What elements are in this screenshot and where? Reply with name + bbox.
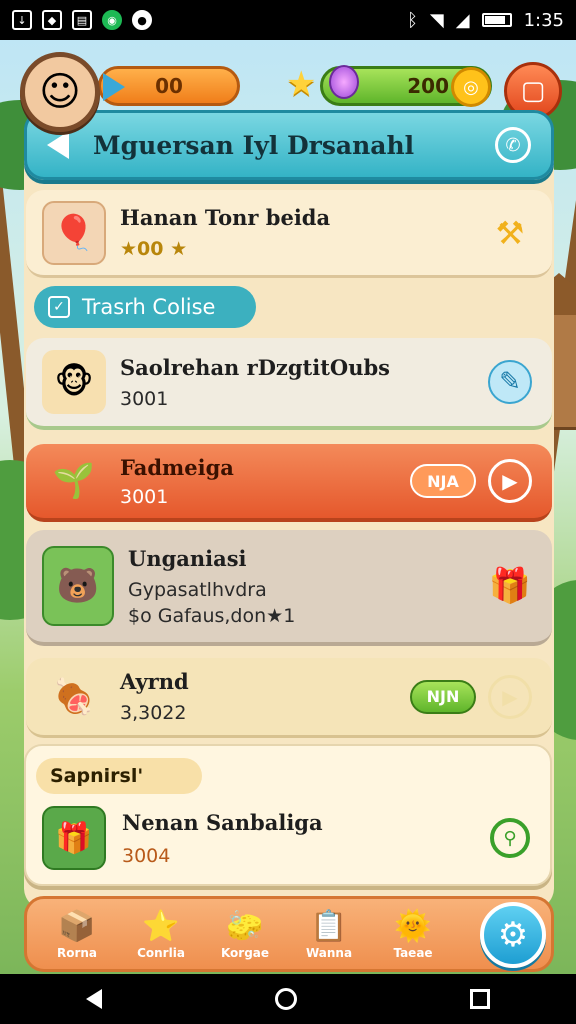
arrow-icon xyxy=(103,73,125,101)
gift-icon: 🎁 xyxy=(42,806,106,870)
item-title: Fadmeiga xyxy=(120,454,234,480)
phone-icon[interactable]: ✆ xyxy=(495,127,531,163)
tab-label: Taeae xyxy=(393,946,433,960)
tab-label: Rorna xyxy=(56,946,98,960)
section-label: Trasrh Colise xyxy=(82,295,216,319)
card-title: Nenan Sanbaliga xyxy=(122,809,323,835)
bear-icon: 🐻 xyxy=(42,546,114,626)
bottom-tab-bar: 📦 Rorna ⭐ Conrlia 🧽 Korgae 📋 Wanna 🌞 Tae… xyxy=(24,896,554,972)
star-tab-icon: ⭐ xyxy=(142,909,180,944)
tab-label: Conrlia xyxy=(137,946,185,960)
clipboard-icon: 📋 xyxy=(310,909,348,944)
energy-value: 00 xyxy=(155,74,183,98)
notes-icon: ▤ xyxy=(72,10,92,30)
spotify-icon: ◉ xyxy=(102,10,122,30)
plant-icon: 🌱 xyxy=(52,461,96,501)
bluetooth-icon: ᛒ xyxy=(407,9,418,31)
card-tag: Sapnirsl' xyxy=(36,758,202,794)
item-detail: $o Gafaus,don★1 xyxy=(128,604,296,627)
nav-home-icon[interactable] xyxy=(274,988,297,1010)
action-pill-button[interactable]: NJA xyxy=(410,464,476,498)
item-subtitle: 3,3022 xyxy=(120,702,187,724)
search-icon[interactable]: ⚲ xyxy=(490,818,530,858)
list-item[interactable]: 🍖 Ayrnd 3,3022 NJN ▶ xyxy=(26,658,552,738)
gem-icon xyxy=(329,65,359,99)
item-subtitle: 3001 xyxy=(120,485,169,508)
tab-conrlia[interactable]: ⭐ Conrlia xyxy=(119,908,203,960)
nav-recents-icon[interactable] xyxy=(469,989,490,1009)
title-bar: Mguersan Iyl Drsanahl ✆ xyxy=(24,110,554,180)
section-tag[interactable]: ✓ Trasrh Colise xyxy=(34,286,256,328)
monkey-icon: 🐵 xyxy=(42,350,106,414)
record-icon: ● xyxy=(132,10,152,30)
play-icon[interactable]: ▶ xyxy=(488,674,532,719)
item-title: Unganiasi xyxy=(128,545,247,571)
settings-button[interactable]: ⚙ xyxy=(480,902,546,968)
coin-counter[interactable]: 200 ◎ xyxy=(320,65,492,107)
tab-label: Wanna xyxy=(305,946,353,960)
balloon-icon: 🎈 xyxy=(42,200,106,265)
item-title: Hanan Tonr beida xyxy=(120,205,331,230)
back-icon[interactable] xyxy=(47,131,69,159)
item-title: Saolrehan rDzgtitOubs xyxy=(120,354,390,380)
signal-icon: ◢ xyxy=(455,9,470,31)
featured-card[interactable]: Sapnirsl' 🎁 Nenan Sanbaliga 3004 ⚲ xyxy=(24,744,552,886)
battery-icon xyxy=(481,13,512,27)
download-icon: ↓ xyxy=(12,10,32,30)
list-item[interactable]: 🐻 Unganiasi Gypasatlhvdra $o Gafaus,don★… xyxy=(26,530,552,646)
coin-icon: ◎ xyxy=(451,67,491,107)
star-icon: ★ xyxy=(286,64,317,104)
item-subtitle: 3001 xyxy=(120,387,169,410)
list-item[interactable]: 🎈 Hanan Tonr beida ★00 ★ ⚒ xyxy=(26,190,552,278)
sun-face-icon: 🌞 xyxy=(394,909,432,944)
card-value: 3004 xyxy=(122,844,171,867)
item-subtitle: ★00 ★ xyxy=(120,238,188,260)
meat-icon: 🍖 xyxy=(52,676,96,717)
box-icon: 📦 xyxy=(58,909,96,944)
tab-taeae[interactable]: 🌞 Taeae xyxy=(371,908,455,960)
play-icon[interactable]: ▶ xyxy=(488,459,532,503)
coin-value: 200 xyxy=(407,74,449,98)
app-icon: ◆ xyxy=(42,10,62,30)
gear-icon: ⚙ xyxy=(497,915,529,955)
tab-korgae[interactable]: 🧽 Korgae xyxy=(203,908,287,960)
energy-counter[interactable]: 00 xyxy=(98,66,240,106)
page-title: Mguersan Iyl Drsanahl xyxy=(93,130,415,160)
wifi-icon: ◥ xyxy=(429,9,444,31)
balloon-action-icon[interactable]: ✎ xyxy=(488,360,532,404)
shop-icon: ▢ xyxy=(520,76,546,106)
eraser-icon: 🧽 xyxy=(226,909,264,944)
checkbox-icon: ✓ xyxy=(48,296,70,318)
list-item[interactable]: 🌱 Fadmeiga 3001 NJA ▶ xyxy=(26,444,552,522)
android-nav-bar xyxy=(0,974,576,1024)
nav-back-icon[interactable] xyxy=(86,989,103,1009)
list-item[interactable]: 🐵 Saolrehan rDzgtitOubs 3001 ✎ xyxy=(26,338,552,430)
action-pill-button[interactable]: NJN xyxy=(410,679,476,714)
status-time: 1:35 xyxy=(523,9,564,31)
item-subtitle: Gypasatlhvdra xyxy=(128,578,267,601)
tab-label: Korgae xyxy=(220,946,270,960)
gift-box-icon[interactable]: 🎁 xyxy=(488,564,532,608)
status-bar: ↓ ◆ ▤ ◉ ● ᛒ ◥ ◢ 1:35 xyxy=(0,0,576,40)
hammer-icon[interactable]: ⚒ xyxy=(488,211,532,255)
tab-wanna[interactable]: 📋 Wanna xyxy=(287,908,371,960)
player-avatar[interactable]: ☺ xyxy=(20,52,100,132)
tab-rorna[interactable]: 📦 Rorna xyxy=(35,908,119,960)
item-title: Ayrnd xyxy=(120,669,189,694)
